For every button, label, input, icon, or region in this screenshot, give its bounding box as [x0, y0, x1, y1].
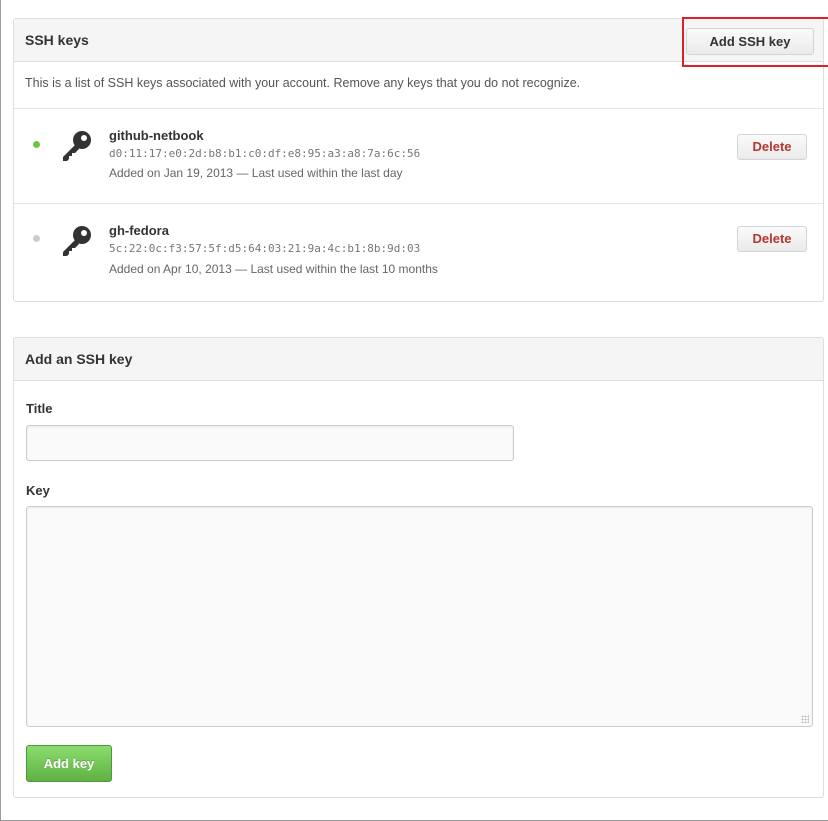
ssh-keys-intro: This is a list of SSH keys associated wi…	[14, 62, 823, 109]
add-ssh-key-header: Add an SSH key	[14, 338, 823, 381]
key-fingerprint: d0:11:17:e0:2d:b8:b1:c0:df:e8:95:a3:a8:7…	[109, 147, 421, 160]
key-title: gh-fedora	[109, 223, 169, 238]
highlight-box	[682, 17, 828, 67]
ssh-keys-title: SSH keys	[25, 32, 89, 48]
key-textarea[interactable]	[26, 506, 813, 727]
add-ssh-key-panel: Add an SSH key Title Key Add key	[13, 337, 824, 798]
title-label: Title	[26, 401, 53, 416]
intro-text: This is a list of SSH keys associated wi…	[25, 76, 581, 90]
add-key-button[interactable]: Add key	[26, 745, 112, 782]
inactive-status-dot	[33, 235, 40, 242]
delete-key-button[interactable]: Delete	[737, 134, 807, 160]
ssh-key-item: github-netbook d0:11:17:e0:2d:b8:b1:c0:d…	[14, 109, 823, 204]
key-label: Key	[26, 483, 50, 498]
resize-grip-icon[interactable]	[801, 715, 809, 723]
add-ssh-key-title: Add an SSH key	[25, 351, 133, 367]
ssh-key-item: gh-fedora 5c:22:0c:f3:57:5f:d5:64:03:21:…	[14, 204, 823, 299]
key-fingerprint: 5c:22:0c:f3:57:5f:d5:64:03:21:9a:4c:b1:8…	[109, 242, 421, 255]
key-meta: Added on Jan 19, 2013 — Last used within…	[109, 166, 403, 180]
key-icon	[63, 131, 91, 161]
key-meta: Added on Apr 10, 2013 — Last used within…	[109, 262, 438, 276]
active-status-dot	[33, 141, 40, 148]
key-title: github-netbook	[109, 128, 204, 143]
key-icon	[63, 226, 91, 256]
delete-key-button[interactable]: Delete	[737, 226, 807, 252]
title-input[interactable]	[26, 425, 514, 461]
